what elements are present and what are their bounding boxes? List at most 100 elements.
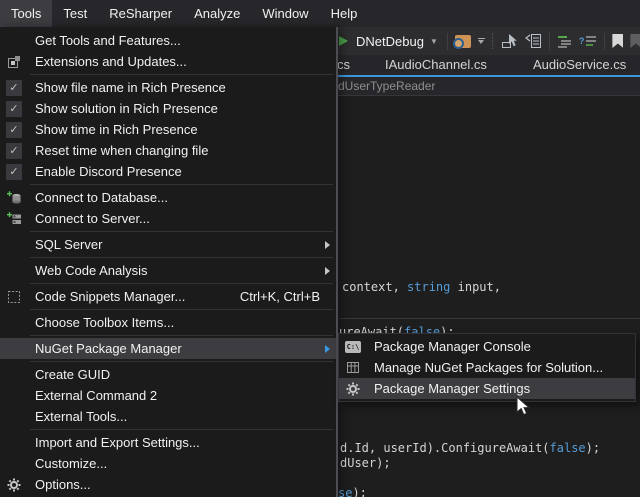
menu-item-reset-time-when-changing-file[interactable]: ✓Reset time when changing file: [0, 140, 336, 161]
menubar-item-analyze[interactable]: Analyze: [183, 0, 251, 27]
debug-target-label: DNetDebug: [356, 34, 424, 49]
indent-lines-icon[interactable]: [557, 31, 572, 51]
menu-item-label: Reset time when changing file: [28, 143, 336, 158]
code-line: d.Id, userId).ConfigureAwait(false);: [340, 442, 600, 454]
checkmark-icon: ✓: [0, 101, 28, 117]
editor-divider: [339, 318, 640, 319]
start-debug-icon[interactable]: [339, 36, 348, 46]
code-keyword: string: [407, 280, 450, 294]
code-text: );: [586, 441, 600, 455]
code-keyword: false: [550, 441, 586, 455]
menu-item-manage-nuget-packages-for-solution[interactable]: Manage NuGet Packages for Solution...: [339, 357, 635, 378]
menubar: ToolsTestReSharperAnalyzeWindowHelp: [0, 0, 640, 27]
tools-menu: Get Tools and Features... Extensions and …: [0, 27, 338, 497]
menu-item-show-file-name-in-rich-presence[interactable]: ✓Show file name in Rich Presence: [0, 77, 336, 98]
snippets-icon: [0, 290, 28, 304]
menu-separator: [30, 231, 333, 232]
menu-item-label: External Command 2: [28, 388, 336, 403]
menubar-item-window[interactable]: Window: [251, 0, 319, 27]
code-line: se);: [338, 487, 367, 497]
submenu-arrow-icon: [318, 267, 336, 275]
vs-window: ToolsTestReSharperAnalyzeWindowHelp DNet…: [0, 0, 640, 497]
menu-separator: [30, 257, 333, 258]
gear-icon: [339, 382, 367, 396]
checkmark-icon: ✓: [0, 143, 28, 159]
checkmark-icon: ✓: [0, 122, 28, 138]
toolbar-drag-handle: [492, 33, 494, 49]
menu-item-create-guid[interactable]: Create GUID: [0, 364, 336, 385]
menu-item-import-and-export-settings[interactable]: Import and Export Settings...: [0, 432, 336, 453]
checkmark-icon: ✓: [0, 164, 28, 180]
menu-item-label: Create GUID: [28, 367, 336, 382]
menu-separator: [30, 429, 333, 430]
menu-item-show-solution-in-rich-presence[interactable]: ✓Show solution in Rich Presence: [0, 98, 336, 119]
tab-audioservice-cs[interactable]: AudioService.cs: [533, 57, 626, 72]
menu-item-label: Connect to Server...: [28, 211, 336, 226]
tab-iaudiochannel-cs[interactable]: IAudioChannel.cs: [385, 57, 487, 72]
menu-item-external-command-2[interactable]: External Command 2: [0, 385, 336, 406]
submenu-arrow-icon: [318, 345, 336, 353]
menu-item-shortcut: Ctrl+K, Ctrl+B: [240, 289, 336, 304]
menu-item-get-tools-and-features[interactable]: Get Tools and Features...: [0, 30, 336, 51]
menu-separator: [30, 184, 333, 185]
menu-item-code-snippets-manager[interactable]: Code Snippets Manager...Ctrl+K, Ctrl+B: [0, 286, 336, 307]
menu-separator: [30, 309, 333, 310]
menu-item-label: SQL Server: [28, 237, 318, 252]
console-icon: C:\: [339, 341, 367, 353]
menu-item-extensions-and-updates[interactable]: Extensions and Updates...: [0, 51, 336, 72]
menu-item-enable-discord-presence[interactable]: ✓Enable Discord Presence: [0, 161, 336, 182]
menu-item-label: Get Tools and Features...: [28, 33, 336, 48]
packages-icon: [339, 361, 367, 374]
menu-item-package-manager-console[interactable]: C:\Package Manager Console: [339, 336, 635, 357]
tab-hidden-fragment[interactable]: cs: [337, 57, 350, 72]
toolbar-options-icon[interactable]: [478, 38, 485, 44]
menu-item-connect-to-database[interactable]: Connect to Database...: [0, 187, 336, 208]
mouse-cursor: [516, 396, 530, 416]
menu-item-label: External Tools...: [28, 409, 336, 424]
menu-separator: [30, 335, 333, 336]
bookmark-icon[interactable]: [612, 31, 623, 51]
checkmark-icon: ✓: [0, 80, 28, 96]
menu-item-customize[interactable]: Customize...: [0, 453, 336, 474]
menubar-item-tools[interactable]: Tools: [0, 0, 52, 27]
menu-item-label: Show file name in Rich Presence: [28, 80, 336, 95]
prev-bookmark-icon[interactable]: [630, 31, 640, 51]
menu-item-choose-toolbox-items[interactable]: Choose Toolbox Items...: [0, 312, 336, 333]
menu-item-nuget-package-manager[interactable]: NuGet Package Manager: [0, 338, 336, 359]
menu-separator: [30, 361, 333, 362]
menubar-item-help[interactable]: Help: [320, 0, 369, 27]
toolbar-separator: [604, 33, 605, 50]
menu-item-label: Code Snippets Manager...: [28, 289, 240, 304]
menu-item-label: Options...: [28, 477, 336, 492]
find-in-files-icon[interactable]: [455, 31, 471, 51]
submenu-arrow-icon: [318, 241, 336, 249]
menubar-item-test[interactable]: Test: [52, 0, 98, 27]
menu-item-label: Show solution in Rich Presence: [28, 101, 336, 116]
menu-item-options[interactable]: Options...: [0, 474, 336, 495]
nuget-submenu: C:\Package Manager ConsoleManage NuGet P…: [338, 333, 636, 402]
code-text: dUser);: [340, 456, 391, 470]
menu-item-external-tools[interactable]: External Tools...: [0, 406, 336, 427]
menubar-item-resharper[interactable]: ReSharper: [98, 0, 183, 27]
debug-target-selector[interactable]: DNetDebug ▼: [356, 34, 440, 49]
menu-separator: [30, 74, 333, 75]
code-editor[interactable]: [338, 96, 640, 497]
sync-active-document-icon[interactable]: [501, 31, 518, 51]
breadcrumb[interactable]: dUserTypeReader: [338, 77, 640, 96]
menu-item-connect-to-server[interactable]: Connect to Server...: [0, 208, 336, 229]
server-add-icon: [0, 212, 28, 226]
menu-item-label: Connect to Database...: [28, 190, 336, 205]
menu-item-sql-server[interactable]: SQL Server: [0, 234, 336, 255]
menu-item-package-manager-settings[interactable]: Package Manager Settings: [339, 378, 635, 399]
database-add-icon: [0, 191, 28, 205]
format-lines-icon[interactable]: ?: [579, 31, 598, 51]
menu-item-show-time-in-rich-presence[interactable]: ✓Show time in Rich Presence: [0, 119, 336, 140]
toolbar-content: DNetDebug ▼: [339, 27, 640, 55]
menu-item-label: NuGet Package Manager: [28, 341, 318, 356]
copy-document-icon[interactable]: [525, 31, 542, 51]
breadcrumb-type-label: dUserTypeReader: [338, 79, 435, 93]
toolbar-separator: [549, 33, 550, 50]
menu-item-web-code-analysis[interactable]: Web Code Analysis: [0, 260, 336, 281]
menu-item-label: Package Manager Settings: [367, 381, 635, 396]
menu-item-label: Show time in Rich Presence: [28, 122, 336, 137]
